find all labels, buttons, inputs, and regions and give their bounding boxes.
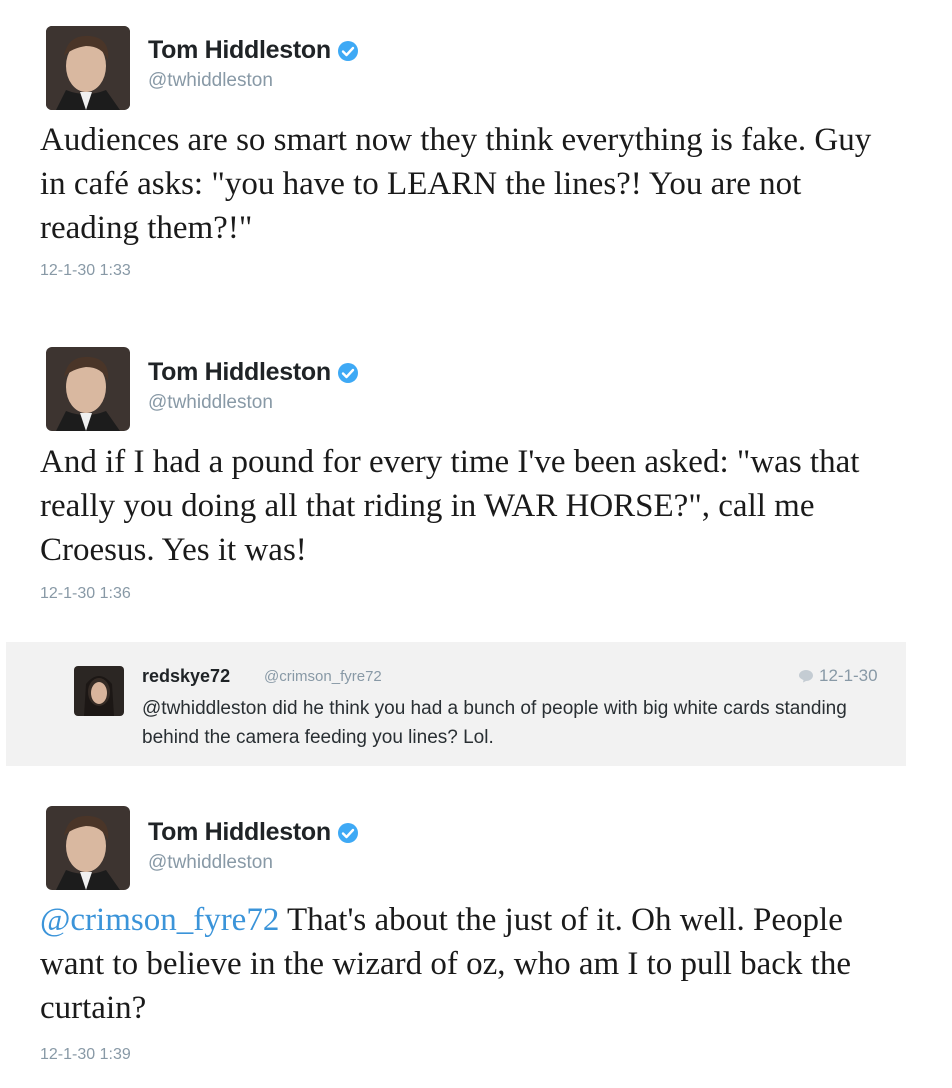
reply-avatar[interactable] — [74, 666, 124, 716]
verified-badge-icon — [337, 40, 358, 61]
author-handle[interactable]: @twhiddleston — [148, 852, 273, 874]
avatar-image — [46, 26, 130, 110]
reply-date-row: 12-1-30 — [798, 666, 878, 686]
author-row: Tom Hiddleston — [148, 358, 359, 387]
author-name[interactable]: Tom Hiddleston — [148, 818, 331, 847]
avatar[interactable] — [46, 26, 130, 110]
avatar[interactable] — [46, 806, 130, 890]
author-name[interactable]: Tom Hiddleston — [148, 36, 331, 65]
verified-badge-icon — [337, 822, 358, 843]
reply-author-name[interactable]: redskye72 — [142, 666, 230, 687]
reply-card[interactable]: redskye72 @crimson_fyre72 12-1-30 @twhid… — [6, 642, 906, 766]
reply-avatar-image — [74, 666, 124, 716]
reply-author-handle[interactable]: @crimson_fyre72 — [264, 668, 382, 685]
avatar[interactable] — [46, 347, 130, 431]
author-handle[interactable]: @twhiddleston — [148, 392, 273, 414]
tweet-timestamp[interactable]: 12-1-30 1:33 — [40, 262, 131, 280]
avatar-image — [46, 347, 130, 431]
author-row: Tom Hiddleston — [148, 36, 359, 65]
tweet-text: Audiences are so smart now they think ev… — [40, 122, 872, 246]
author-handle[interactable]: @twhiddleston — [148, 70, 273, 92]
reply-text: @twhiddleston did he think you had a bun… — [142, 698, 847, 748]
tweet-text: @crimson_fyre72 That's about the just of… — [40, 898, 900, 1030]
tweet-timestamp[interactable]: 12-1-30 1:36 — [40, 585, 131, 603]
reply-date[interactable]: 12-1-30 — [819, 666, 878, 686]
reply-bubble-icon — [799, 670, 813, 683]
avatar-image — [46, 806, 130, 890]
verified-badge-icon — [337, 362, 358, 383]
author-name[interactable]: Tom Hiddleston — [148, 358, 331, 387]
mention-link[interactable]: @crimson_fyre72 — [40, 902, 279, 938]
tweet-text: And if I had a pound for every time I've… — [40, 444, 860, 568]
author-row: Tom Hiddleston — [148, 818, 359, 847]
tweet-timestamp[interactable]: 12-1-30 1:39 — [40, 1046, 131, 1064]
